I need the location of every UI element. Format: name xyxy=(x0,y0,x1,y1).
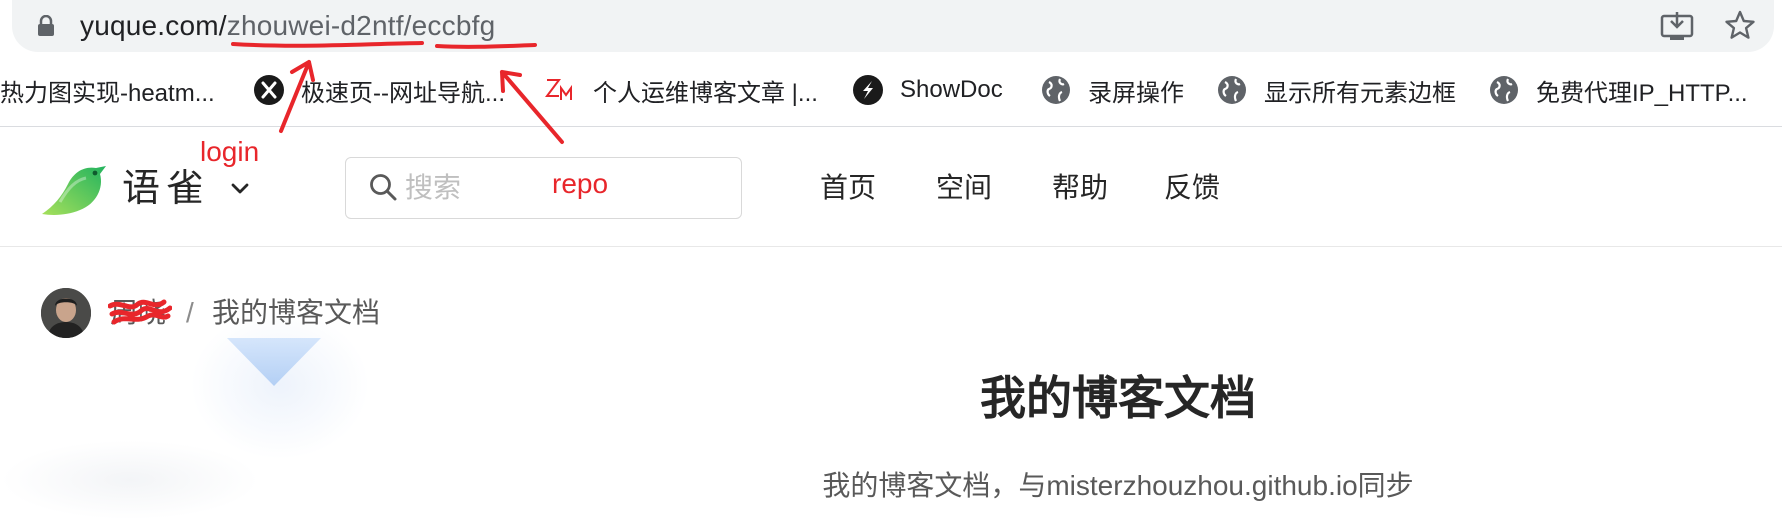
globe-icon xyxy=(1218,76,1246,104)
url-path: zhouwei-d2ntf/eccbfg xyxy=(226,10,496,41)
avatar-image xyxy=(41,288,91,338)
bookmark-item[interactable]: 热力图实现-heatm... xyxy=(0,60,215,120)
bookmark-label: 录屏操作 xyxy=(1088,79,1184,107)
bookmark-star-icon[interactable] xyxy=(1724,9,1756,41)
bookmark-label: 免费代理IP_HTTP... xyxy=(1536,79,1748,107)
yuque-bird-logo-icon[interactable] xyxy=(40,158,110,218)
chrome-divider xyxy=(0,126,1782,127)
nav-home[interactable]: 首页 xyxy=(820,166,876,210)
book-title: 我的博客文档 xyxy=(980,372,1256,424)
bookmarks-bar: 热力图实现-heatm... 极速页--网址导航... 个人运维博客文章 |..… xyxy=(0,60,1782,120)
bookmark-label: ShowDoc xyxy=(900,76,1003,103)
breadcrumb-separator: / xyxy=(186,297,194,328)
nav-help[interactable]: 帮助 xyxy=(1052,166,1108,210)
bookmark-label: 显示所有元素边框 xyxy=(1264,79,1456,107)
logo-text[interactable]: 语雀 xyxy=(122,164,210,214)
book-description: 我的博客文档，与misterzhouzhou.github.io同步 xyxy=(822,470,1414,501)
x-logo-icon xyxy=(254,75,284,105)
breadcrumb-book[interactable]: 我的博客文档 xyxy=(212,294,380,332)
globe-icon xyxy=(1042,76,1070,104)
repo-annotation: repo xyxy=(552,168,609,199)
lock-icon[interactable] xyxy=(36,15,56,37)
url-text[interactable]: yuque.com/zhouwei-d2ntf/eccbfg xyxy=(80,6,495,46)
bookmark-label: 个人运维博客文章 |... xyxy=(593,79,818,107)
search-icon[interactable] xyxy=(368,172,398,202)
avatar[interactable] xyxy=(41,288,91,338)
bookmark-item[interactable]: 极速页--网址导航... xyxy=(253,60,505,120)
globe-icon xyxy=(1490,76,1518,104)
bookmark-item[interactable]: 显示所有元素边框 xyxy=(1216,60,1456,120)
redaction-scribble xyxy=(108,299,172,325)
header-divider xyxy=(0,246,1782,247)
showdoc-logo-icon xyxy=(853,75,883,105)
bookmark-item[interactable]: 录屏操作 xyxy=(1040,60,1184,120)
nav-space[interactable]: 空间 xyxy=(936,166,992,210)
bookmark-label: 极速页--网址导航... xyxy=(301,79,505,107)
url-host: yuque.com/ xyxy=(80,10,227,41)
bookmark-label: 热力图实现-heatm... xyxy=(0,79,215,107)
install-app-icon[interactable] xyxy=(1660,10,1694,42)
bookmark-item[interactable]: ShowDoc xyxy=(852,60,1003,120)
chevron-down-icon[interactable] xyxy=(230,178,250,198)
bookmark-item[interactable]: 免费代理IP_HTTP... xyxy=(1488,60,1748,120)
nav-feedback[interactable]: 反馈 xyxy=(1164,166,1220,210)
search-input[interactable] xyxy=(405,165,525,209)
zm-logo-icon xyxy=(545,79,572,100)
bookmark-item[interactable]: 个人运维博客文章 |... xyxy=(545,60,818,120)
login-annotation: login xyxy=(200,136,260,167)
